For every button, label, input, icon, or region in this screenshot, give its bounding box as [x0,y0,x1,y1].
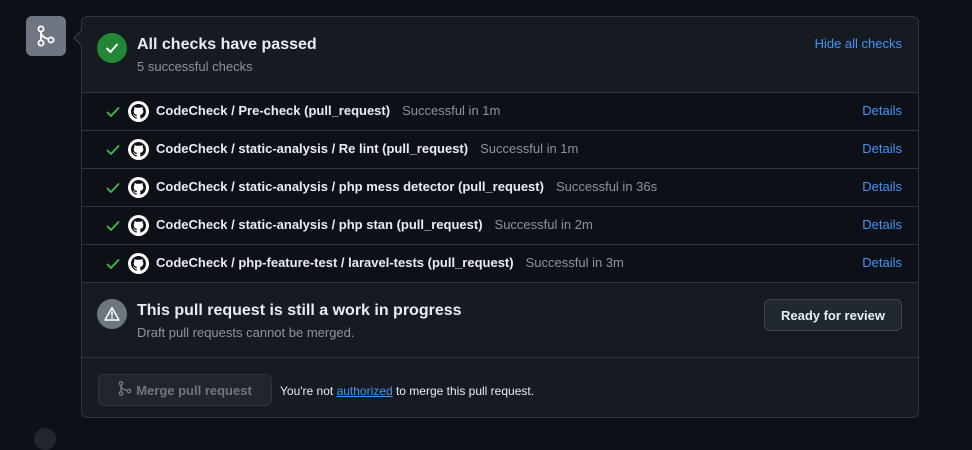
check-name: CodeCheck / static-analysis / php mess d… [156,179,658,194]
panel-pointer-fill [75,31,82,45]
check-row: CodeCheck / static-analysis / Re lint (p… [82,131,918,169]
checks-summary-title: All checks have passed [137,36,317,53]
draft-title: This pull request is still a work in pro… [137,302,462,319]
merge-button-label: Merge pull request [136,382,252,398]
check-status: Successful in 1m [480,141,579,156]
merge-permission-note: You're not authorized to merge this pull… [280,384,535,398]
github-logo-icon [128,177,149,198]
draft-subtitle: Draft pull requests cannot be merged. [137,325,355,340]
check-name: CodeCheck / Pre-check (pull_request) Succ… [156,103,501,118]
check-row: CodeCheck / Pre-check (pull_request) Succ… [82,93,918,131]
draft-status-section: This pull request is still a work in pro… [82,283,918,358]
avatar [34,428,56,450]
check-status: Successful in 36s [555,179,658,194]
alert-triangle-icon [97,299,127,329]
checks-list: CodeCheck / Pre-check (pull_request) Succ… [82,93,918,283]
check-icon [106,143,120,161]
check-icon [106,105,120,123]
github-logo-icon [128,253,149,274]
check-name: CodeCheck / static-analysis / Re lint (p… [156,141,579,156]
check-icon [106,257,120,275]
check-details-link[interactable]: Details [862,103,902,118]
check-status: Successful in 2m [494,217,593,232]
github-logo-icon [128,139,149,160]
check-icon [106,219,120,237]
check-circle-icon [97,33,127,63]
check-row: CodeCheck / static-analysis / php mess d… [82,169,918,207]
hide-all-checks-link[interactable]: Hide all checks [815,36,902,51]
check-row: CodeCheck / static-analysis / php stan (… [82,207,918,245]
merge-pull-request-button[interactable]: Merge pull request [98,374,272,406]
check-details-link[interactable]: Details [862,255,902,270]
git-merge-icon [26,16,66,56]
checks-summary: All checks have passed 5 successful chec… [82,17,918,93]
check-details-link[interactable]: Details [862,179,902,194]
check-details-link[interactable]: Details [862,141,902,156]
git-merge-icon [118,381,132,399]
checks-summary-subtitle: 5 successful checks [137,59,253,74]
check-status: Successful in 1m [402,103,501,118]
merge-box: All checks have passed 5 successful chec… [81,16,919,418]
check-name: CodeCheck / static-analysis / php stan (… [156,217,593,232]
check-row: CodeCheck / php-feature-test / laravel-t… [82,245,918,283]
github-logo-icon [128,101,149,122]
check-details-link[interactable]: Details [862,217,902,232]
check-icon [106,181,120,199]
ready-for-review-button[interactable]: Ready for review [764,299,902,331]
check-status: Successful in 3m [525,255,624,270]
merge-section: Merge pull request You're not authorized… [82,358,918,422]
check-name: CodeCheck / php-feature-test / laravel-t… [156,255,624,270]
authorized-link[interactable]: authorized [337,384,393,398]
github-logo-icon [128,215,149,236]
